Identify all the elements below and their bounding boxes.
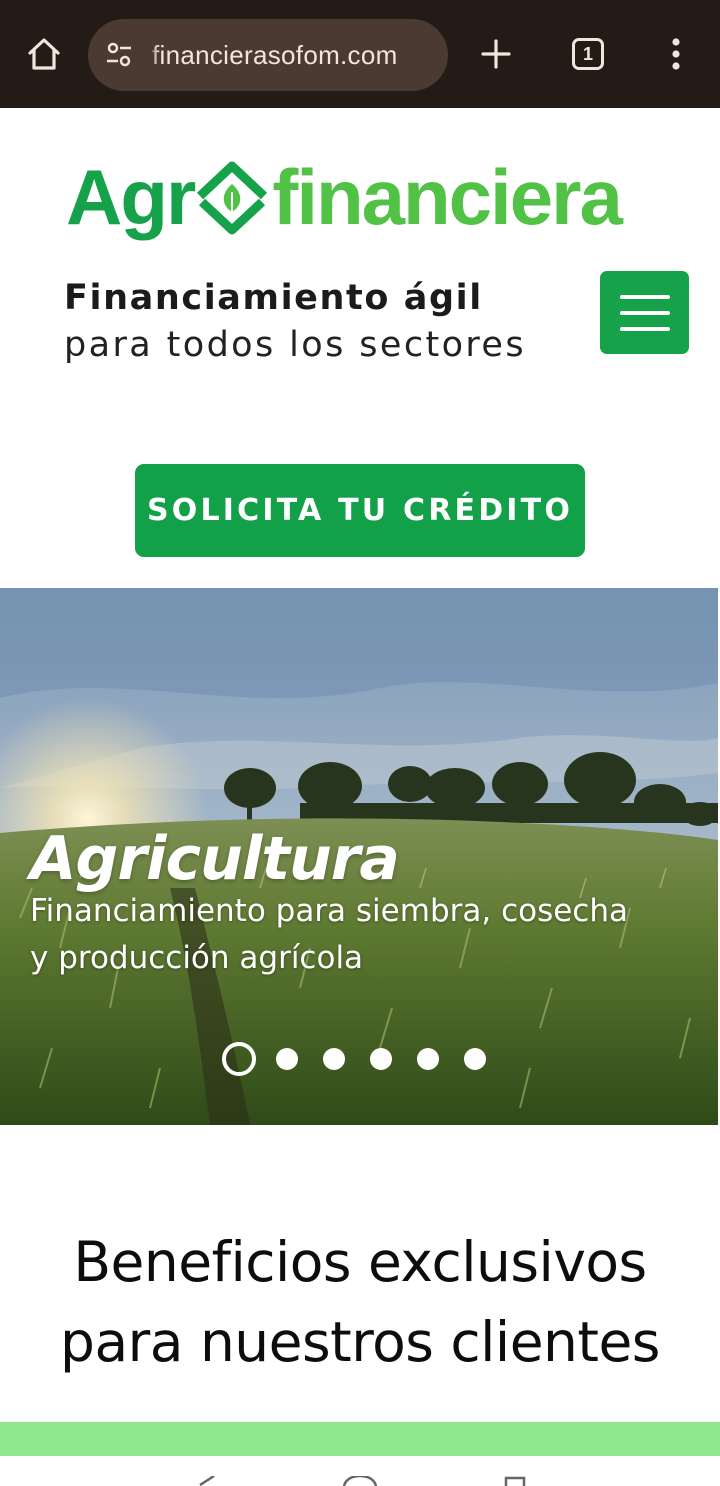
hamburger-menu-button[interactable]	[600, 271, 689, 354]
address-bar[interactable]: financierasofom.com	[88, 19, 448, 91]
browser-toolbar: financierasofom.com 1	[0, 0, 720, 108]
tab-count: 1	[572, 38, 604, 70]
site-info-icon[interactable]	[102, 38, 136, 72]
request-credit-button[interactable]: SOLICITA TU CRÉDITO	[135, 464, 585, 557]
more-vert-icon[interactable]	[652, 30, 700, 78]
slide-dot-2[interactable]	[276, 1048, 298, 1070]
system-navigation-bar	[0, 1456, 720, 1486]
site-logo[interactable]: Agr financiera	[66, 150, 646, 236]
slide-dot-1[interactable]	[222, 1042, 256, 1076]
slide-dot-6[interactable]	[464, 1048, 486, 1070]
slider-pagination	[222, 1042, 511, 1076]
tabs-icon[interactable]: 1	[564, 30, 612, 78]
tagline-bold: Financiamiento ágil	[64, 278, 483, 318]
hamburger-icon	[619, 294, 670, 299]
logo-text-agr: Agr	[66, 153, 196, 241]
tagline-light: para todos los sectores	[64, 325, 526, 365]
slide-title: Agricultura	[30, 824, 400, 894]
hero-slider[interactable]: Agricultura Financiamiento para siembra,…	[0, 588, 718, 1125]
plus-icon[interactable]	[472, 30, 520, 78]
tagline: Financiamiento ágil para todos los secto…	[64, 276, 526, 370]
benefits-heading-line2: para nuestros clientes	[60, 1310, 660, 1374]
home-icon[interactable]	[20, 30, 68, 78]
slide-dot-3[interactable]	[323, 1048, 345, 1070]
leaf-hands-icon	[197, 161, 268, 235]
benefits-heading: Beneficios exclusivos para nuestros clie…	[0, 1222, 720, 1382]
benefits-heading-line1: Beneficios exclusivos	[73, 1230, 647, 1294]
url-text: financierasofom.com	[148, 39, 398, 71]
slide-dot-4[interactable]	[370, 1048, 392, 1070]
logo-text-financiera: financiera	[272, 153, 622, 241]
slide-subtitle: Financiamiento para siembra, cosecha y p…	[30, 893, 628, 976]
section-divider	[0, 1422, 720, 1456]
slide-dot-5[interactable]	[417, 1048, 439, 1070]
